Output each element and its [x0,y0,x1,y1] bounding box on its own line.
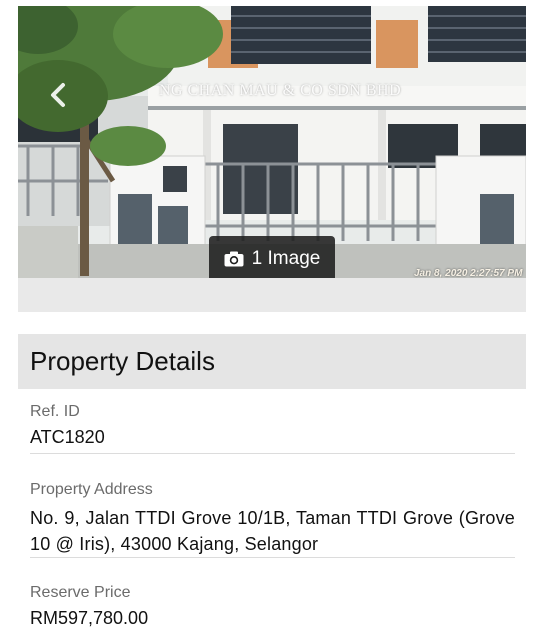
image-count-label: 1 Image [251,248,321,269]
property-address-field: Property Address No. 9, Jalan TTDI Grove… [30,481,515,558]
photo-footer-bar [18,278,526,312]
reserve-price-field: Reserve Price RM597,780.00 [30,584,515,629]
divider [30,453,515,454]
property-address-label: Property Address [30,481,153,498]
property-details-header: Property Details [18,334,526,389]
divider [30,557,515,558]
reserve-price-value: RM597,780.00 [30,608,149,628]
ref-id-value: ATC1820 [30,427,105,447]
reserve-price-label: Reserve Price [30,584,131,601]
property-address-value: No. 9, Jalan TTDI Grove 10/1B, Taman TTD… [30,508,515,554]
ref-id-field: Ref. ID ATC1820 [30,403,515,454]
ref-id-label: Ref. ID [30,403,80,420]
photo-watermark: NG CHAN MAU & CO SDN BHD [158,82,402,99]
image-count-button[interactable]: 1 Image [209,236,335,282]
chevron-left-icon [51,83,65,107]
previous-image-button[interactable] [44,80,74,110]
camera-icon [224,251,244,267]
photo-timestamp: Jan 8, 2020 2:27:57 PM [414,268,523,278]
section-title: Property Details [30,346,215,376]
